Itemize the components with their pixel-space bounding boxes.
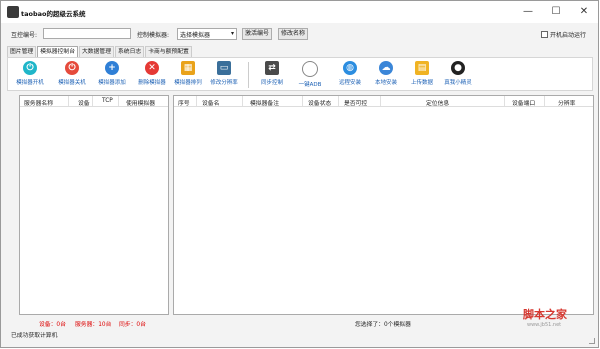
power-icon: ⏻ xyxy=(23,61,37,75)
resize-grip[interactable] xyxy=(589,338,595,344)
watermark-url: www.jb51.net xyxy=(527,322,562,328)
tab-images[interactable]: 图片管理 xyxy=(7,46,37,57)
header-tcp[interactable]: TCP xyxy=(102,98,113,104)
header-device-name[interactable]: 设备名 xyxy=(202,98,219,107)
tool-remote-install[interactable]: ◍ 远程安装 xyxy=(330,61,370,86)
header-device-status[interactable]: 设备状态 xyxy=(308,98,331,107)
rename-button[interactable]: 修改名称 xyxy=(278,28,308,40)
status-devices: 设备：0台 xyxy=(39,322,66,328)
status-bar-text: 已成功获取计算机 xyxy=(11,333,58,339)
tool-resolution[interactable]: ▭ 修改分辨率 xyxy=(204,61,244,86)
control-bar: 互控编号: 控制模拟器: 选择模拟器 ▾ 激活编号 修改名称 开机启动运行 xyxy=(1,24,598,44)
tool-arrange-emulator[interactable]: ▦ 模拟器排列 xyxy=(168,61,208,86)
minimize-button[interactable]: — xyxy=(514,1,542,23)
watermark-logo: 脚本之家 xyxy=(523,308,567,321)
tab-bar: 图片管理 模拟器控制台 大数据管理 系统日志 卡商与额预配置 xyxy=(7,46,193,57)
tool-delete-emulator[interactable]: ✕ 删除模拟器 xyxy=(132,61,172,86)
tool-stop-emulator[interactable]: ⏻ 模拟器关机 xyxy=(52,61,92,86)
app-logo-icon xyxy=(7,6,19,18)
circle-icon xyxy=(302,61,318,77)
header-used-emulator[interactable]: 使用模拟器 xyxy=(126,98,155,107)
server-list-header: 服务器名称 设备 TCP 使用模拟器 xyxy=(20,96,168,107)
toolbar: ⏻ 模拟器开机 ⏻ 模拟器关机 + 模拟器添加 ✕ 删除模拟器 ▦ 模拟器排列 … xyxy=(7,57,593,91)
folder-icon: ▤ xyxy=(415,61,429,75)
header-device[interactable]: 设备 xyxy=(78,98,90,107)
planet-icon: ◍ xyxy=(343,61,357,75)
grid-icon: ▦ xyxy=(181,61,195,75)
status-selected: 您选择了：0个模拟器 xyxy=(355,322,411,328)
close-button[interactable]: ✕ xyxy=(570,1,598,23)
title-bar: taobao的超级云系统 — ☐ ✕ xyxy=(1,1,598,23)
number-label: 互控编号: xyxy=(11,32,38,39)
header-index[interactable]: 序号 xyxy=(178,98,190,107)
delete-icon: ✕ xyxy=(145,61,159,75)
tool-one-key-adb[interactable]: 一键ADB xyxy=(290,61,330,88)
header-resolution[interactable]: 分辨率 xyxy=(558,98,575,107)
control-sim-label: 控制模拟器: xyxy=(137,32,170,39)
tab-card-config[interactable]: 卡商与额预配置 xyxy=(145,46,192,57)
autostart-checkbox[interactable] xyxy=(541,31,548,38)
control-sim-select[interactable]: 选择模拟器 ▾ xyxy=(177,28,237,40)
status-sync: 同步：0台 xyxy=(119,322,146,328)
monitor-icon: ▭ xyxy=(217,61,231,75)
power-off-icon: ⏻ xyxy=(65,61,79,75)
tool-start-emulator[interactable]: ⏻ 模拟器开机 xyxy=(10,61,50,86)
control-sim-value: 选择模拟器 xyxy=(180,32,211,39)
activate-button[interactable]: 激活编号 xyxy=(242,28,272,40)
header-emulator-note[interactable]: 模拟器备注 xyxy=(250,98,279,107)
sync-icon: ⇄ xyxy=(265,61,279,75)
toolbar-separator xyxy=(248,62,249,88)
emulator-list-header: 序号 设备名 模拟器备注 设备状态 是否可控 定位信息 设备端口 分辨率 xyxy=(174,96,593,107)
tab-emulator-console[interactable]: 模拟器控制台 xyxy=(37,46,78,57)
tool-add-emulator[interactable]: + 模拟器添加 xyxy=(92,61,132,86)
header-server-name[interactable]: 服务器名称 xyxy=(24,98,53,107)
maximize-button[interactable]: ☐ xyxy=(542,1,570,23)
plus-icon: + xyxy=(105,61,119,75)
chevron-down-icon: ▾ xyxy=(230,30,234,37)
tool-little-spirit[interactable]: ● 真我小精灵 xyxy=(438,61,478,86)
header-device-port[interactable]: 设备端口 xyxy=(512,98,535,107)
window-title: taobao的超级云系统 xyxy=(21,10,86,18)
tool-upload-data[interactable]: ▤ 上传数据 xyxy=(402,61,442,86)
ghost-icon: ● xyxy=(451,61,465,75)
number-input[interactable] xyxy=(43,28,131,39)
server-list-panel[interactable]: 服务器名称 设备 TCP 使用模拟器 xyxy=(19,95,169,315)
cloud-icon: ☁ xyxy=(379,61,393,75)
emulator-list-panel[interactable]: 序号 设备名 模拟器备注 设备状态 是否可控 定位信息 设备端口 分辨率 xyxy=(173,95,594,315)
main-window: taobao的超级云系统 — ☐ ✕ 互控编号: 控制模拟器: 选择模拟器 ▾ … xyxy=(0,0,599,348)
tool-sync-control[interactable]: ⇄ 同步控制 xyxy=(252,61,292,86)
tab-system-log[interactable]: 系统日志 xyxy=(115,46,145,57)
header-controllable[interactable]: 是否可控 xyxy=(344,98,367,107)
autostart-label: 开机启动运行 xyxy=(550,32,587,39)
header-location[interactable]: 定位信息 xyxy=(426,98,449,107)
tab-bigdata[interactable]: 大数据管理 xyxy=(79,46,114,57)
status-servers: 服务器：10台 xyxy=(75,322,112,328)
tool-local-install[interactable]: ☁ 本地安装 xyxy=(366,61,406,86)
